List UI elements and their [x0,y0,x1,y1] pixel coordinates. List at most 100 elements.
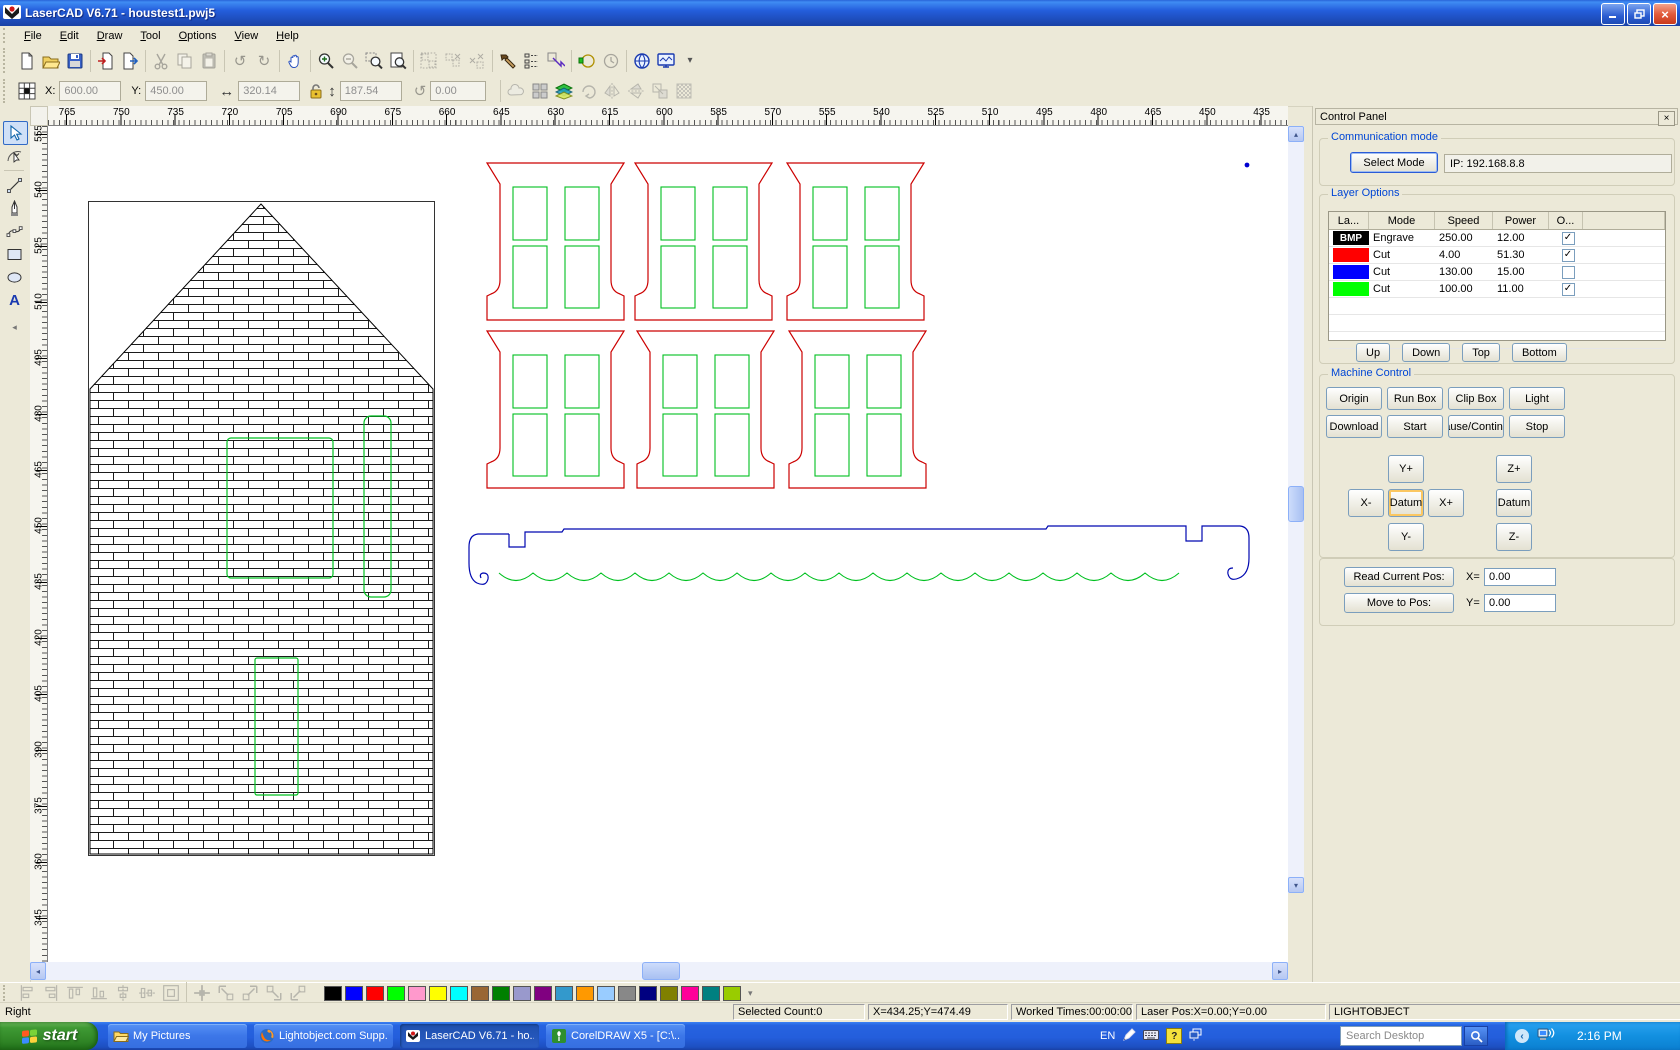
node-pick-icon[interactable] [544,49,568,73]
layer-col-header[interactable]: O... [1549,212,1583,229]
zoom-out-icon[interactable] [338,49,362,73]
start-button[interactable]: start [0,1022,98,1050]
layer-top-button[interactable]: Top [1462,343,1500,362]
origin-button[interactable]: Origin [1326,387,1382,410]
menu-edit[interactable]: Edit [51,28,88,44]
palette-swatch[interactable] [513,986,531,1001]
layer-down-button[interactable]: Down [1402,343,1450,362]
horizontal-scroll-thumb[interactable] [642,962,680,980]
clip-box-button[interactable]: Clip Box [1448,387,1504,410]
zoom-in-icon[interactable] [314,49,338,73]
zoom-window-icon[interactable] [362,49,386,73]
datum-z-button[interactable]: Datum [1496,489,1532,517]
circle-node-icon[interactable] [575,49,599,73]
palette-swatch[interactable] [387,986,405,1001]
panel-close-icon[interactable]: × [1658,111,1675,126]
x-position-field[interactable]: 600.00 [59,81,121,101]
palette-swatch[interactable] [639,986,657,1001]
palette-swatch[interactable] [345,986,363,1001]
layer-output-checkbox[interactable] [1562,266,1575,279]
mirror-vertical-icon[interactable] [624,79,648,103]
scroll-left-icon[interactable]: ◂ [30,962,46,980]
clock[interactable]: 2:16 PM [1577,1029,1622,1043]
save-icon[interactable] [63,49,87,73]
drawing-canvas[interactable] [48,126,1288,962]
mirror-horizontal-icon[interactable] [600,79,624,103]
stop-button[interactable]: Stop [1509,415,1565,438]
layer-bottom-button[interactable]: Bottom [1512,343,1567,362]
layer-col-header[interactable]: La... [1329,212,1369,229]
layer-output-checkbox[interactable]: ✓ [1562,283,1575,296]
layer-power-cell[interactable]: 12.00 [1493,230,1549,246]
redo-icon[interactable]: ↻ [252,49,276,73]
import-icon[interactable] [94,49,118,73]
read-current-pos-button[interactable]: Read Current Pos: [1344,567,1454,587]
copy-icon[interactable] [173,49,197,73]
palette-swatch[interactable] [555,986,573,1001]
layer-color-swatch[interactable] [1329,247,1369,263]
jog-y-plus-button[interactable]: Y+ [1388,455,1424,483]
close-button[interactable]: × [1653,3,1677,25]
layer-output-checkbox[interactable]: ✓ [1562,249,1575,262]
hide-icons-chevron-icon[interactable]: ‹ [1515,1029,1529,1043]
download-button[interactable]: Download [1326,415,1382,438]
select-mode-button[interactable]: Select Mode [1350,152,1438,173]
cut-icon[interactable] [149,49,173,73]
tool-hammer-icon[interactable] [496,49,520,73]
open-file-icon[interactable] [39,49,63,73]
zoom-page-icon[interactable] [386,49,410,73]
layer-output-checkbox[interactable]: ✓ [1562,232,1575,245]
taskbar-task[interactable]: Lightobject.com Supp... [254,1024,393,1048]
array-copy-icon[interactable] [528,79,552,103]
toolbar-more-icon[interactable]: ▾ [678,49,702,73]
palette-swatch[interactable] [366,986,384,1001]
layer-power-cell[interactable]: 11.00 [1493,281,1549,297]
height-field[interactable]: 187.54 [340,81,402,101]
ungroup-icon[interactable] [441,49,465,73]
network-globe-icon[interactable] [630,49,654,73]
rotation-field[interactable]: 0.00 [430,81,486,101]
text-tool[interactable]: A [3,289,26,311]
array-list-icon[interactable] [520,49,544,73]
export-icon[interactable] [118,49,142,73]
pen-input-icon[interactable] [1122,1028,1136,1045]
scroll-right-icon[interactable]: ▸ [1272,962,1288,980]
pos-y-field[interactable]: 0.00 [1484,594,1556,612]
palette-swatch[interactable] [660,986,678,1001]
layer-row[interactable]: Cut130.0015.00 [1329,264,1665,281]
layer-power-cell[interactable]: 51.30 [1493,247,1549,263]
palette-swatch[interactable] [534,986,552,1001]
palette-swatch[interactable] [618,986,636,1001]
time-estimate-icon[interactable] [599,49,623,73]
search-icon[interactable] [1464,1026,1488,1046]
width-field[interactable]: 320.14 [238,81,300,101]
jog-x-minus-button[interactable]: X- [1348,489,1384,517]
palette-swatch[interactable] [450,986,468,1001]
layer-power-cell[interactable]: 15.00 [1493,264,1549,280]
layer-speed-cell[interactable]: 250.00 [1435,230,1493,246]
pan-hand-icon[interactable] [283,49,307,73]
help-tray-icon[interactable]: ? [1166,1028,1182,1044]
new-file-icon[interactable] [15,49,39,73]
menu-draw[interactable]: Draw [88,28,132,44]
layer-row[interactable]: Cut100.0011.00✓ [1329,281,1665,298]
vertical-scroll-thumb[interactable] [1288,486,1304,522]
taskbar-task[interactable]: CorelDRAW X5 - [C:\... [546,1024,685,1048]
menu-options[interactable]: Options [170,28,226,44]
layer-row[interactable]: Cut4.0051.30✓ [1329,247,1665,264]
palette-swatch[interactable] [681,986,699,1001]
scroll-up-icon[interactable]: ▴ [1288,126,1304,142]
layer-col-header[interactable]: Mode [1369,212,1435,229]
layer-up-button[interactable]: Up [1356,343,1390,362]
palette-swatch[interactable] [324,986,342,1001]
layer-col-header[interactable]: Power [1493,212,1549,229]
taskbar-task[interactable]: LaserCAD V6.71 - ho... [400,1024,539,1048]
palette-swatch[interactable] [723,986,741,1001]
layer-mode-cell[interactable]: Engrave [1369,230,1435,246]
layer-output-cell[interactable]: ✓ [1549,281,1583,297]
menu-tool[interactable]: Tool [131,28,169,44]
palette-more-icon[interactable]: ▾ [748,988,753,999]
layer-mode-cell[interactable]: Cut [1369,264,1435,280]
layer-speed-cell[interactable]: 130.00 [1435,264,1493,280]
pos-x-field[interactable]: 0.00 [1484,568,1556,586]
